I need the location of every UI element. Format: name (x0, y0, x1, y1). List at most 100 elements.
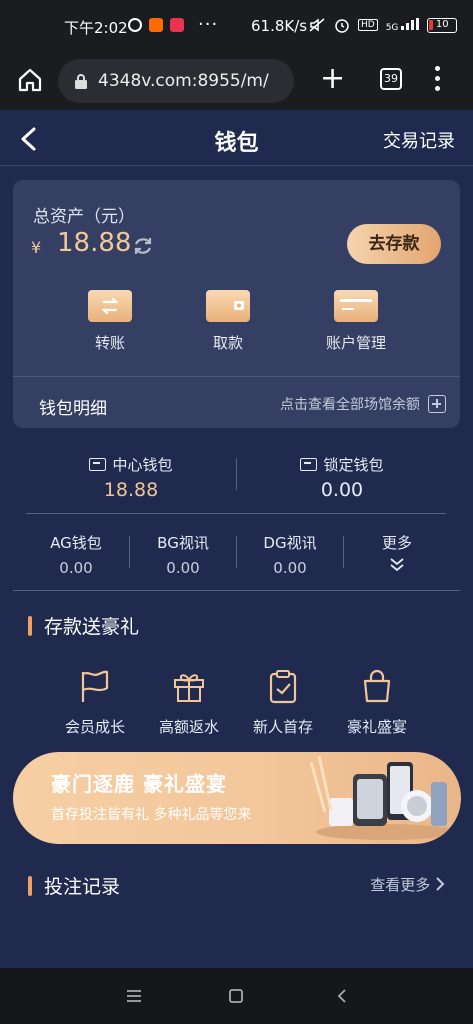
account-management-label: 账户管理 (325, 334, 386, 352)
center-wallet-label: 中心钱包 (112, 456, 173, 474)
promo-label: 高额返水 (158, 718, 219, 736)
browser-menu-icon[interactable] (434, 66, 440, 94)
account-management-action[interactable]: 账户管理 (311, 290, 401, 353)
notification-icons (128, 18, 184, 32)
wallet-icon (89, 458, 107, 471)
view-all-balances-label: 点击查看全部场馆余额 (280, 397, 420, 413)
wallet-detail-title: 钱包明细 (39, 399, 107, 419)
banner-subtitle: 首存投注皆有礼 多种礼品等您来 (51, 807, 252, 823)
alarm-icon (335, 19, 349, 33)
network-type: 5G (385, 22, 399, 33)
locked-wallet-label: 锁定钱包 (323, 456, 384, 474)
tab-count-button[interactable]: 39 (380, 68, 402, 90)
app-icon (170, 18, 184, 32)
lock-icon (75, 74, 87, 89)
clipboard-check-icon (269, 670, 297, 704)
bet-records-title: 投注记录 (44, 876, 121, 898)
total-assets-label: 总资产（元） (33, 207, 135, 227)
card-icon (334, 290, 378, 322)
promo-member-growth[interactable]: 会员成长 (45, 668, 145, 737)
center-wallet-value: 18.88 (103, 479, 159, 501)
chevron-right-icon (436, 877, 445, 891)
section-accent-bar (28, 615, 32, 636)
battery-icon: 10 (427, 17, 458, 33)
status-time: 下午2:02 (64, 19, 128, 37)
sub-wallet-value: 0.00 (59, 559, 93, 577)
more-notifications-icon: ··· (198, 14, 219, 35)
gift-icon (174, 674, 204, 702)
transfer-action[interactable]: 转账 (65, 290, 155, 353)
wallet-separator (236, 458, 237, 490)
notification-icon (128, 18, 142, 32)
wallets-divider (26, 513, 446, 514)
system-icons: HD 5G 10 (308, 17, 458, 33)
wallets-row: 中心钱包 18.88 锁定钱包 0.00 (0, 440, 473, 510)
sub-wallet-bg: BG视讯 0.00 (138, 532, 228, 577)
status-bar: 下午2:02 ··· 61.8K/s HD 5G 10 (0, 0, 473, 52)
section-accent-bar (28, 875, 32, 896)
view-all-balances-link[interactable]: 点击查看全部场馆余额 (280, 394, 446, 414)
locked-wallet-value: 0.00 (320, 479, 364, 501)
more-label: 更多 (381, 534, 412, 552)
address-bar[interactable]: 4348v.com:8955/m/ (58, 59, 294, 103)
deposit-gift-title: 存款送豪礼 (44, 616, 140, 638)
currency-symbol: ¥ (31, 238, 42, 257)
deposit-gift-section-title: 存款送豪礼 (28, 612, 139, 639)
wallet-icon (300, 458, 318, 471)
total-assets-amount: 18.88 (57, 228, 132, 258)
home-icon[interactable] (16, 66, 44, 94)
sub-wallet-label: AG钱包 (50, 534, 102, 552)
sub-wallet-label: DG视讯 (263, 534, 317, 552)
banner-title: 豪门逐鹿 豪礼盛宴 (51, 772, 227, 796)
shopping-bag-icon (363, 669, 391, 703)
sub-wallet-value: 0.00 (166, 559, 200, 577)
bet-records-section-title: 投注记录 (28, 872, 120, 899)
withdraw-icon (206, 290, 250, 322)
hd-icon: HD (358, 19, 378, 31)
sub-wallet-separator (129, 536, 130, 568)
recent-apps-icon[interactable] (125, 988, 143, 1004)
back-triangle-icon[interactable] (336, 988, 348, 1004)
network-speed: 61.8K/s (251, 17, 308, 35)
sub-wallet-label: BG视讯 (157, 534, 209, 552)
card-divider (13, 376, 460, 377)
home-square-icon[interactable] (228, 988, 244, 1004)
mi-app-icon (149, 18, 163, 32)
url-text: 4348v.com:8955/m/ (98, 71, 269, 91)
sub-wallet-value: 0.00 (273, 559, 307, 577)
transfer-label: 转账 (94, 334, 125, 352)
sub-wallet-dg: DG视讯 0.00 (245, 532, 335, 577)
promo-new-user-deposit[interactable]: 新人首存 (233, 668, 333, 737)
see-more-label: 查看更多 (370, 876, 431, 894)
battery-level: 10 (435, 18, 449, 30)
asset-card: 总资产（元） ¥ 18.88 去存款 转账 取款 账户管理 钱包明细 点击查看全… (13, 180, 460, 428)
promo-banner[interactable]: 豪门逐鹿 豪礼盛宴 首存投注皆有礼 多种礼品等您来 (13, 752, 461, 844)
sub-wallet-separator (236, 536, 237, 568)
center-wallet: 中心钱包 18.88 (31, 454, 231, 501)
flag-icon (81, 670, 109, 702)
new-tab-icon[interactable]: + (320, 64, 345, 94)
see-more-link[interactable]: 查看更多 (370, 874, 445, 895)
gift-products-illustration (309, 755, 456, 840)
sub-wallet-ag: AG钱包 0.00 (31, 532, 121, 577)
system-nav-bar (0, 968, 473, 1024)
withdraw-action[interactable]: 取款 (183, 290, 273, 353)
promo-gift-feast[interactable]: 豪礼盛宴 (327, 668, 427, 737)
expand-plus-icon (428, 395, 446, 413)
refresh-icon[interactable] (131, 234, 155, 258)
signal-icon: 5G (385, 17, 420, 33)
more-wallets-button[interactable]: 更多 (352, 532, 442, 577)
sub-wallet-separator (343, 536, 344, 568)
page-header: 钱包 交易记录 (0, 110, 473, 166)
browser-toolbar: 4348v.com:8955/m/ + 39 (0, 52, 473, 110)
promo-high-rebate[interactable]: 高额返水 (139, 668, 239, 737)
locked-wallet: 锁定钱包 0.00 (242, 454, 442, 501)
promo-label: 新人首存 (252, 718, 313, 736)
mute-icon (309, 18, 325, 32)
transaction-records-link[interactable]: 交易记录 (383, 127, 455, 153)
double-chevron-down-icon (390, 558, 404, 572)
withdraw-label: 取款 (212, 334, 243, 352)
sub-wallets-divider (13, 590, 460, 591)
deposit-button[interactable]: 去存款 (347, 224, 441, 264)
promo-label: 会员成长 (64, 718, 125, 736)
